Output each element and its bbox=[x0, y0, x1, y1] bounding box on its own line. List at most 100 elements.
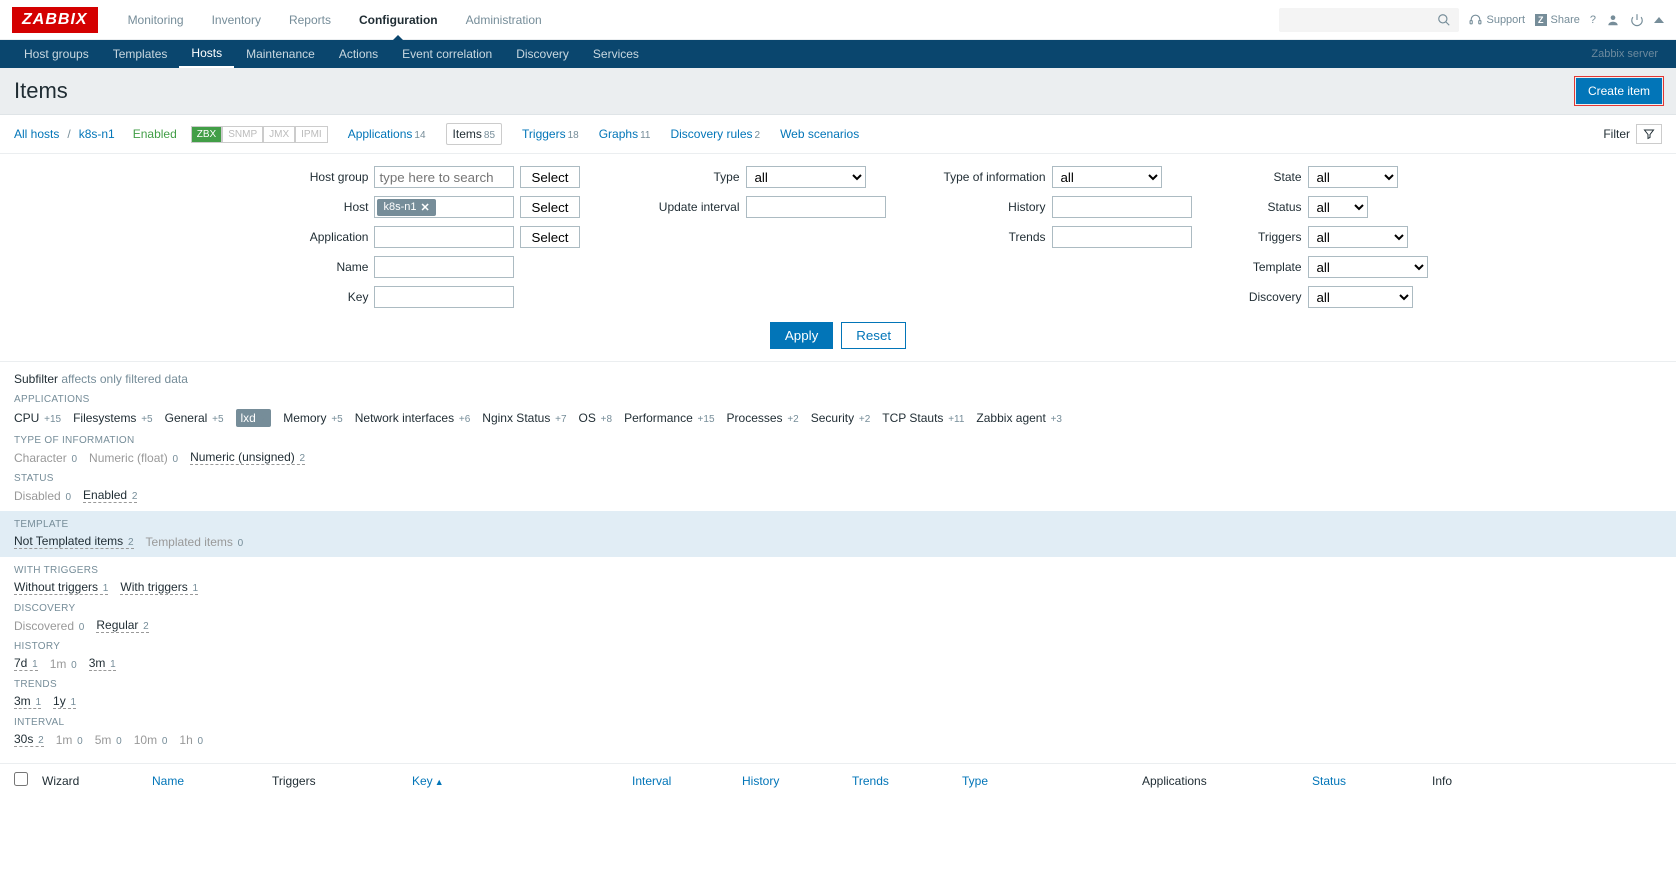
th-status[interactable]: Status bbox=[1312, 774, 1432, 788]
select-discovery[interactable]: all bbox=[1308, 286, 1413, 308]
sf-item[interactable]: Filesystems +5 bbox=[73, 411, 153, 425]
sf-item[interactable]: 3m 1 bbox=[89, 656, 116, 671]
th-trends[interactable]: Trends bbox=[852, 774, 962, 788]
sf-item[interactable]: 1y 1 bbox=[53, 694, 76, 709]
sf-item[interactable]: With triggers 1 bbox=[120, 580, 198, 595]
sf-item[interactable]: Regular 2 bbox=[96, 618, 148, 633]
submenu-actions[interactable]: Actions bbox=[327, 40, 390, 68]
input-history[interactable] bbox=[1052, 196, 1192, 218]
sf-item[interactable]: Discovered 0 bbox=[14, 619, 84, 633]
select-status[interactable]: all bbox=[1308, 196, 1368, 218]
lbl-key: Key bbox=[248, 290, 368, 304]
tab-web-scenarios[interactable]: Web scenarios bbox=[780, 127, 859, 141]
sf-item[interactable]: OS +8 bbox=[579, 411, 613, 425]
btn-select-host[interactable]: Select bbox=[520, 196, 579, 218]
input-host-group[interactable] bbox=[374, 166, 514, 188]
sf-item[interactable]: 3m 1 bbox=[14, 694, 41, 709]
th-interval[interactable]: Interval bbox=[632, 774, 742, 788]
sf-section: WITH TRIGGERSWithout triggers 1With trig… bbox=[14, 565, 1662, 595]
sf-item[interactable]: Zabbix agent +3 bbox=[976, 411, 1062, 425]
submenu-hosts[interactable]: Hosts bbox=[179, 40, 234, 68]
help-button[interactable]: ? bbox=[1590, 14, 1596, 26]
crumb-host[interactable]: k8s-n1 bbox=[79, 127, 115, 141]
th-type[interactable]: Type bbox=[962, 774, 1142, 788]
th-applications[interactable]: Applications bbox=[1142, 774, 1312, 788]
sf-item[interactable]: General +5 bbox=[165, 411, 224, 425]
sf-item[interactable]: lxd 2 bbox=[236, 409, 272, 427]
crumb-all-hosts[interactable]: All hosts bbox=[14, 127, 59, 141]
sf-item[interactable]: Memory +5 bbox=[283, 411, 343, 425]
select-type-info[interactable]: all bbox=[1052, 166, 1162, 188]
sf-item[interactable]: CPU +15 bbox=[14, 411, 61, 425]
select-type[interactable]: all bbox=[746, 166, 866, 188]
submenu-host-groups[interactable]: Host groups bbox=[12, 40, 101, 68]
sf-item[interactable]: 10m 0 bbox=[134, 733, 168, 747]
tab-items[interactable]: Items85 bbox=[446, 123, 502, 145]
global-search[interactable] bbox=[1279, 8, 1459, 32]
sf-item[interactable]: 1m 0 bbox=[56, 733, 83, 747]
input-name[interactable] bbox=[374, 256, 514, 278]
input-host[interactable]: k8s-n1✕ bbox=[374, 196, 514, 218]
topmenu-reports[interactable]: Reports bbox=[275, 0, 345, 40]
submenu-event-correlation[interactable]: Event correlation bbox=[390, 40, 504, 68]
btn-select-host-group[interactable]: Select bbox=[520, 166, 579, 188]
topmenu-inventory[interactable]: Inventory bbox=[198, 0, 275, 40]
lbl-discovery: Discovery bbox=[1232, 290, 1302, 304]
sf-item[interactable]: 5m 0 bbox=[95, 733, 122, 747]
sf-item[interactable]: 30s 2 bbox=[14, 732, 44, 747]
select-template[interactable]: all bbox=[1308, 256, 1428, 278]
input-key[interactable] bbox=[374, 286, 514, 308]
topmenu-configuration[interactable]: Configuration bbox=[345, 0, 452, 40]
tab-triggers[interactable]: Triggers18 bbox=[522, 127, 579, 141]
sf-item[interactable]: Without triggers 1 bbox=[14, 580, 108, 595]
remove-host-icon[interactable]: ✕ bbox=[421, 201, 430, 214]
th-key[interactable]: Key▲ bbox=[412, 774, 632, 788]
th-name[interactable]: Name bbox=[152, 774, 272, 788]
th-wizard[interactable]: Wizard bbox=[42, 774, 152, 788]
sf-item[interactable]: Security +2 bbox=[811, 411, 871, 425]
submenu-maintenance[interactable]: Maintenance bbox=[234, 40, 327, 68]
th-triggers[interactable]: Triggers bbox=[272, 774, 412, 788]
btn-select-application[interactable]: Select bbox=[520, 226, 579, 248]
sf-item[interactable]: Enabled 2 bbox=[83, 488, 137, 503]
submenu-discovery[interactable]: Discovery bbox=[504, 40, 581, 68]
th-history[interactable]: History bbox=[742, 774, 852, 788]
sf-item[interactable]: Templated items 0 bbox=[146, 535, 244, 549]
tab-graphs[interactable]: Graphs11 bbox=[599, 127, 651, 141]
sf-item[interactable]: Numeric (unsigned) 2 bbox=[190, 450, 305, 465]
sf-item[interactable]: Performance +15 bbox=[624, 411, 714, 425]
user-button[interactable] bbox=[1606, 13, 1620, 27]
select-triggers[interactable]: all bbox=[1308, 226, 1408, 248]
sf-item[interactable]: Numeric (float) 0 bbox=[89, 451, 178, 465]
sf-item[interactable]: Nginx Status +7 bbox=[482, 411, 566, 425]
sf-item[interactable]: Disabled 0 bbox=[14, 489, 71, 503]
filter-toggle[interactable] bbox=[1636, 124, 1662, 144]
topmenu-monitoring[interactable]: Monitoring bbox=[114, 0, 198, 40]
input-update-interval[interactable] bbox=[746, 196, 886, 218]
tab-applications[interactable]: Applications14 bbox=[348, 127, 426, 141]
apply-button[interactable]: Apply bbox=[770, 322, 833, 349]
select-state[interactable]: all bbox=[1308, 166, 1398, 188]
share-link[interactable]: Z Share bbox=[1535, 14, 1580, 26]
sf-item[interactable]: 1h 0 bbox=[179, 733, 203, 747]
submenu-templates[interactable]: Templates bbox=[101, 40, 180, 68]
caret-up-icon[interactable] bbox=[1654, 15, 1664, 25]
power-button[interactable] bbox=[1630, 13, 1644, 27]
submenu-services[interactable]: Services bbox=[581, 40, 651, 68]
sf-item[interactable]: Character 0 bbox=[14, 451, 77, 465]
host-token[interactable]: k8s-n1✕ bbox=[377, 199, 435, 216]
topmenu-administration[interactable]: Administration bbox=[452, 0, 556, 40]
th-checkbox[interactable] bbox=[14, 772, 42, 789]
sf-item[interactable]: 7d 1 bbox=[14, 656, 38, 671]
input-trends[interactable] bbox=[1052, 226, 1192, 248]
sf-item[interactable]: TCP Stauts +11 bbox=[882, 411, 964, 425]
sf-item[interactable]: 1m 0 bbox=[50, 657, 77, 671]
tab-discovery-rules[interactable]: Discovery rules2 bbox=[670, 127, 760, 141]
sf-item[interactable]: Processes +2 bbox=[727, 411, 799, 425]
sf-item[interactable]: Not Templated items 2 bbox=[14, 534, 134, 549]
support-link[interactable]: Support bbox=[1469, 13, 1525, 26]
reset-button[interactable]: Reset bbox=[841, 322, 906, 349]
sf-item[interactable]: Network interfaces +6 bbox=[355, 411, 471, 425]
input-application[interactable] bbox=[374, 226, 514, 248]
create-item-button[interactable]: Create item bbox=[1576, 78, 1662, 104]
